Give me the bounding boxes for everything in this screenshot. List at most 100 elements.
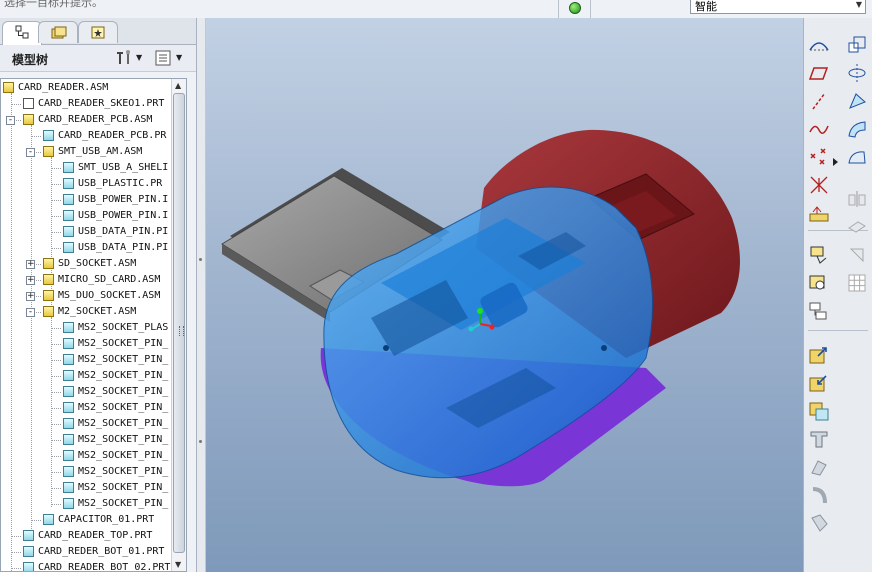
pattern-button[interactable]: [846, 272, 868, 294]
revolve-feature-button[interactable]: [808, 456, 830, 478]
tree-item[interactable]: CARD_READER_PCB.PR: [43, 128, 166, 144]
tree-item-label: MS2_SOCKET_PIN_: [78, 418, 169, 429]
model-tree-list[interactable]: CARD_READER.ASM - CARD_READER_SKEO1.PRT CAR…: [0, 78, 187, 572]
tree-connector: [31, 136, 41, 137]
draft-button[interactable]: [846, 90, 868, 112]
panel-splitter[interactable]: [197, 18, 206, 572]
collapse-icon[interactable]: -: [26, 308, 35, 317]
collapse-icon[interactable]: -: [6, 116, 15, 125]
point-icon: [810, 148, 826, 165]
tree-item[interactable]: USB_POWER_PIN.I: [63, 192, 168, 208]
tree-connector: [51, 440, 61, 441]
tree-item[interactable]: USB_POWER_PIN.I: [63, 208, 168, 224]
expand-icon[interactable]: +: [26, 276, 35, 285]
part-icon: [23, 530, 34, 541]
tree-connector: [11, 568, 21, 569]
analysis-button[interactable]: [808, 202, 830, 224]
tree-item[interactable]: CARD_REDER_BOT_01.PRT: [23, 544, 164, 560]
tree-item[interactable]: SMT_USB_A_SHELI: [63, 160, 168, 176]
tree-item[interactable]: MS2_SOCKET_PIN_: [63, 336, 168, 352]
flyout-arrow-icon[interactable]: [832, 152, 840, 174]
tree-scrollbar[interactable]: ▲ ▼: [171, 79, 186, 571]
assemble-icon: [809, 347, 827, 364]
scroll-down-icon[interactable]: ▼: [175, 560, 181, 569]
list-icon: [155, 50, 171, 66]
sketch-tool-button[interactable]: [808, 34, 830, 56]
thicken-button[interactable]: [846, 244, 868, 266]
part-icon: [63, 402, 74, 413]
tree-item[interactable]: MS2_SOCKET_PIN_: [63, 400, 168, 416]
tree-settings-button[interactable]: ▼: [114, 49, 146, 67]
status-light-icon[interactable]: [569, 2, 581, 14]
tree-item[interactable]: USB_DATA_PIN.PI: [63, 240, 168, 256]
favorites-icon: [91, 26, 105, 39]
cut-feature-button[interactable]: [808, 428, 830, 450]
tree-item[interactable]: MS2_SOCKET_PIN_: [63, 496, 168, 512]
tree-item[interactable]: MS2_SOCKET_PIN_: [63, 416, 168, 432]
tree-item[interactable]: MS2_SOCKET_PIN_: [63, 480, 168, 496]
tree-item[interactable]: MICRO_SD_CARD.ASM: [43, 272, 160, 288]
tree-connector: [51, 232, 61, 233]
tree-item[interactable]: SMT_USB_AM.ASM: [43, 144, 142, 160]
tree-item[interactable]: MS2_SOCKET_PIN_: [63, 464, 168, 480]
tree-item[interactable]: USB_PLASTIC.PR: [63, 176, 162, 192]
tree-item[interactable]: CARD_READER_BOT_02.PRT: [23, 560, 170, 571]
graphics-viewport[interactable]: [206, 18, 803, 572]
tree-connector: [11, 93, 12, 571]
tree-item[interactable]: CARD_READER.ASM: [3, 80, 108, 96]
tree-item-label: MS2_SOCKET_PIN_: [78, 338, 169, 349]
tree-item[interactable]: MS2_SOCKET_PIN_: [63, 384, 168, 400]
revolve-surface-button[interactable]: [846, 62, 868, 84]
tab-favorites[interactable]: [78, 21, 118, 43]
create-component-button[interactable]: [808, 372, 830, 394]
boundary-blend-button[interactable]: [846, 118, 868, 140]
tree-item[interactable]: MS2_SOCKET_PIN_: [63, 432, 168, 448]
scrollbar-thumb[interactable]: [173, 93, 185, 553]
tree-item[interactable]: MS_DUO_SOCKET.ASM: [43, 288, 160, 304]
sweep-feature-button[interactable]: [808, 484, 830, 506]
expand-icon[interactable]: +: [26, 260, 35, 269]
assembly-icon: [43, 274, 54, 285]
part-icon: [63, 194, 74, 205]
tree-item[interactable]: CARD_READER_TOP.PRT: [23, 528, 152, 544]
expand-icon[interactable]: +: [26, 292, 35, 301]
tree-item[interactable]: CARD_READER_PCB.ASM: [23, 112, 152, 128]
tab-model-tree[interactable]: [2, 21, 42, 45]
tree-item-label: CARD_READER_PCB.ASM: [38, 114, 153, 125]
tree-item[interactable]: CARD_READER_SKEO1.PRT: [23, 96, 164, 112]
tree-item[interactable]: MS2_SOCKET_PLAS: [63, 320, 168, 336]
chevron-down-icon: ▼: [855, 0, 862, 9]
tree-item[interactable]: MS2_SOCKET_PIN_: [63, 448, 168, 464]
tree-item[interactable]: CAPACITOR_01.PRT: [43, 512, 154, 528]
scale-tool-button[interactable]: [846, 34, 868, 56]
card-reader-model[interactable]: [206, 18, 803, 572]
tree-item[interactable]: M2_SOCKET.ASM: [43, 304, 136, 320]
tree-item-label: CARD_READER.ASM: [18, 82, 109, 93]
datum-axis-button[interactable]: [808, 90, 830, 112]
tree-item-label: CARD_READER_PCB.PR: [58, 130, 167, 141]
offset-button[interactable]: [846, 216, 868, 238]
tree-item[interactable]: USB_DATA_PIN.PI: [63, 224, 168, 240]
datum-curve-button[interactable]: [808, 118, 830, 140]
tree-item[interactable]: SD_SOCKET.ASM: [43, 256, 136, 272]
collapse-icon[interactable]: -: [26, 148, 35, 157]
selection-filter-select[interactable]: 智能 ▼: [690, 0, 866, 14]
tree-item-label: CARD_READER_TOP.PRT: [38, 530, 153, 541]
tree-item[interactable]: MS2_SOCKET_PIN_: [63, 352, 168, 368]
annotation-button[interactable]: [808, 244, 830, 266]
component-operation-button[interactable]: [808, 400, 830, 422]
assemble-button[interactable]: [808, 344, 830, 366]
style-surface-button[interactable]: [846, 146, 868, 168]
coordinate-system-button[interactable]: [808, 174, 830, 196]
tab-folder-browser[interactable]: [38, 21, 78, 43]
scroll-up-icon[interactable]: ▲: [175, 81, 181, 90]
tree-item[interactable]: MS2_SOCKET_PIN_: [63, 368, 168, 384]
component-placement-button[interactable]: [808, 300, 830, 322]
part-icon: [63, 498, 74, 509]
datum-point-button[interactable]: [808, 146, 830, 168]
mirror-button[interactable]: [846, 188, 868, 210]
blend-feature-button[interactable]: [808, 512, 830, 534]
datum-plane-button[interactable]: [808, 62, 830, 84]
layer-button[interactable]: [808, 272, 830, 294]
tree-show-button[interactable]: ▼: [154, 49, 186, 67]
